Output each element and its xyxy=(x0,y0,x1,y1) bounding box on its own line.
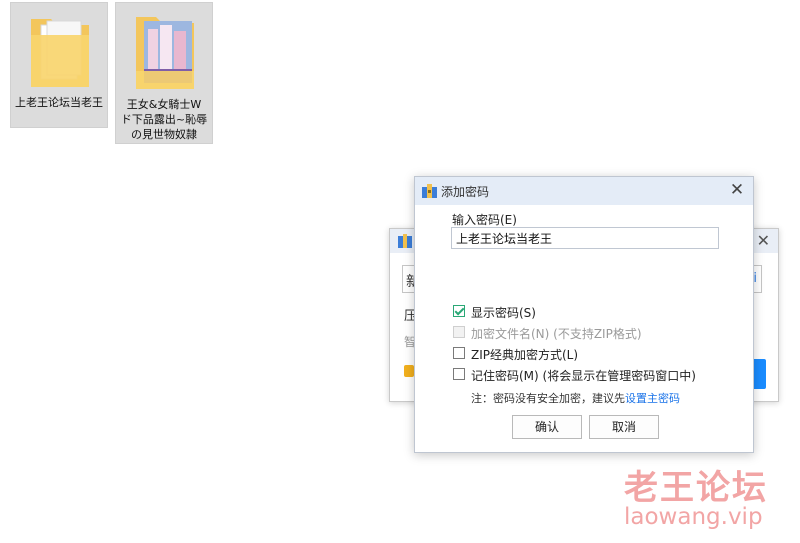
folder-icon xyxy=(31,19,89,87)
dialog-title: 添加密码 xyxy=(441,185,490,199)
watermark-title: 老王论坛 xyxy=(624,468,768,508)
confirm-button[interactable]: 确认 xyxy=(512,415,582,439)
security-note: 注：密码没有安全加密，建议先设置主密码 xyxy=(471,390,680,406)
remember-password-checkbox[interactable] xyxy=(453,368,465,380)
watermark-url: laowang.vip xyxy=(624,504,763,530)
add-password-dialog: 添加密码 ✕ 输入密码(E) 显示密码(S) 加密文件名(N) (不支持ZIP格… xyxy=(414,176,754,453)
folder-item[interactable]: 王女&女騎士W ド下品露出~恥辱の見世物奴隷 xyxy=(115,2,213,144)
folder-name: 上老王论坛当老王 xyxy=(15,96,103,109)
dialog-titlebar: 添加密码 ✕ xyxy=(415,177,753,205)
password-label: 输入密码(E) xyxy=(452,213,517,227)
close-icon[interactable]: ✕ xyxy=(727,180,747,200)
encrypt-filenames-label: 加密文件名(N) (不支持ZIP格式) xyxy=(471,327,642,341)
zip-classic-label: ZIP经典加密方式(L) xyxy=(471,348,579,362)
folder-name: 王女&女騎士W ド下品露出~恥辱の見世物奴隷 xyxy=(120,98,208,141)
zip-classic-checkbox[interactable] xyxy=(453,347,465,359)
show-password-label: 显示密码(S) xyxy=(471,306,536,320)
cancel-button[interactable]: 取消 xyxy=(589,415,659,439)
show-password-checkbox[interactable] xyxy=(453,305,465,317)
archive-icon xyxy=(398,234,412,248)
folder-thumbnail-icon xyxy=(136,17,194,89)
encrypt-filenames-checkbox xyxy=(453,326,465,338)
note-text: 注：密码没有安全加密，建议先 xyxy=(471,392,625,405)
folder-item[interactable]: 上老王论坛当老王 xyxy=(10,2,108,128)
set-master-password-link[interactable]: 设置主密码 xyxy=(625,392,680,405)
remember-password-label: 记住密码(M) (将会显示在管理密码窗口中) xyxy=(471,369,696,383)
start-button[interactable] xyxy=(752,359,766,389)
archive-icon xyxy=(422,184,437,198)
password-input[interactable] xyxy=(451,227,719,249)
lock-icon xyxy=(404,365,414,377)
close-icon[interactable]: ✕ xyxy=(757,231,770,250)
